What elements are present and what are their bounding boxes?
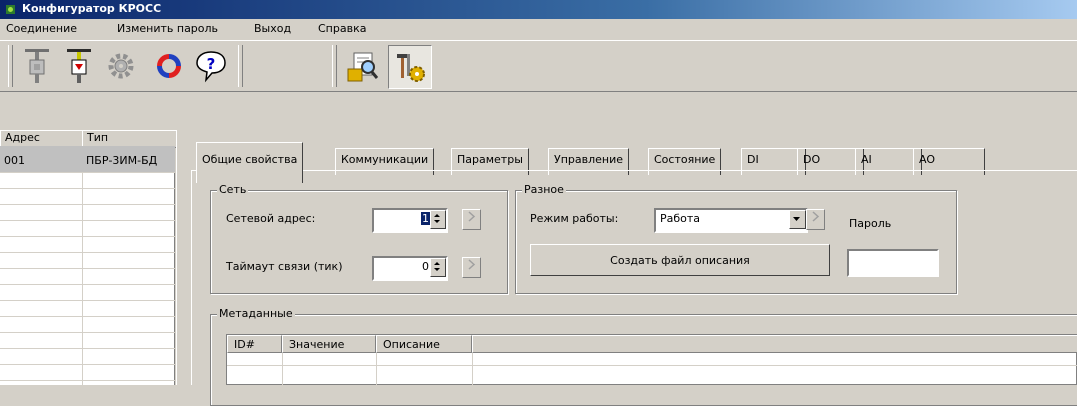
misc-group-title: Разное [522, 183, 566, 196]
timeout-field[interactable]: 0 [372, 256, 448, 281]
splitter[interactable] [176, 130, 182, 385]
empty-row [0, 348, 175, 365]
grid-line [376, 353, 377, 386]
timeout-value: 0 [422, 260, 429, 273]
gear-icon [108, 53, 134, 79]
menu-connection[interactable]: Соединение [6, 22, 77, 35]
metadata-column-description[interactable]: Описание [376, 335, 472, 353]
network-address-apply-button[interactable] [462, 209, 481, 230]
misc-group: Разное [515, 183, 957, 294]
metadata-table: ID# Значение Описание [226, 334, 1077, 386]
spin-updown-icon [434, 262, 440, 271]
empty-row [0, 364, 175, 381]
help-button[interactable]: ? [192, 45, 230, 87]
tools-button[interactable] [388, 45, 432, 89]
toolbar-separator [238, 45, 243, 87]
grid-line [472, 353, 473, 386]
empty-row [0, 284, 175, 301]
inspect-button[interactable] [344, 45, 382, 87]
mode-label: Режим работы: [530, 212, 619, 225]
window-title: Конфигуратор КРОСС [22, 2, 162, 15]
mode-select[interactable]: Работа [654, 208, 808, 233]
empty-row [0, 220, 175, 237]
menu-exit[interactable]: Выход [254, 22, 291, 35]
metadata-column-id[interactable]: ID# [227, 335, 282, 353]
gear-button[interactable] [102, 45, 140, 87]
refresh-icon [157, 54, 181, 78]
empty-row [0, 236, 175, 253]
chevron-right-icon [468, 259, 476, 270]
network-address-field[interactable]: 1 [372, 208, 448, 233]
app-icon [6, 5, 15, 14]
chevron-right-icon [812, 211, 820, 222]
grid-line [227, 365, 1077, 366]
timeout-spinner[interactable] [430, 258, 446, 277]
menu-change-password[interactable]: Изменить пароль [117, 22, 218, 35]
timeout-label: Таймаут связи (тик) [226, 260, 343, 273]
empty-row [0, 332, 175, 349]
spin-updown-icon [434, 214, 440, 223]
tab-general[interactable]: Общие свойства [196, 142, 304, 183]
empty-row [0, 204, 175, 221]
network-address-label: Сетевой адрес: [226, 212, 316, 225]
password-field[interactable] [847, 249, 939, 277]
row-type: ПБР-3ИМ-БД [86, 154, 158, 167]
refresh-button[interactable] [150, 45, 188, 87]
password-label: Пароль [849, 217, 892, 230]
grid-line [282, 353, 283, 386]
mode-dropdown-button[interactable] [789, 210, 806, 229]
create-description-file-button[interactable]: Создать файл описания [530, 244, 830, 276]
empty-row [0, 268, 175, 285]
device-list: Адрес Тип 001 ПБР-3ИМ-БД [0, 130, 181, 385]
connector-button[interactable] [18, 45, 56, 87]
toolbar-grip[interactable] [8, 45, 13, 87]
metadata-column-filler [472, 335, 1077, 353]
chevron-right-icon [468, 211, 476, 222]
mode-apply-button[interactable] [806, 209, 825, 230]
network-address-value: 1 [421, 212, 430, 225]
title-bar[interactable]: Конфигуратор КРОСС [0, 0, 1077, 19]
tools-icon [397, 54, 425, 82]
metadata-column-value[interactable]: Значение [282, 335, 376, 353]
mode-select-value: Работа [660, 212, 701, 225]
svg-text:?: ? [207, 55, 216, 73]
toolbar-grip-2[interactable] [332, 45, 337, 87]
empty-row [0, 316, 175, 333]
toolbar: ? [0, 40, 1077, 92]
table-row[interactable]: 001 ПБР-3ИМ-БД [0, 146, 175, 173]
menu-help[interactable]: Справка [318, 22, 366, 35]
row-address: 001 [4, 154, 25, 167]
chevron-down-icon [793, 217, 800, 221]
empty-row [0, 300, 175, 317]
inspect-icon [347, 52, 379, 82]
connector-red-button[interactable] [60, 45, 98, 87]
metadata-group-title: Метаданные [217, 307, 295, 320]
connector-icon [25, 49, 49, 83]
help-icon: ? [196, 51, 226, 83]
empty-row [0, 252, 175, 269]
network-group-title: Сеть [217, 183, 249, 196]
network-group: Сеть [210, 183, 508, 294]
connector-red-icon [67, 49, 91, 83]
timeout-apply-button[interactable] [462, 257, 481, 278]
empty-row [0, 172, 175, 189]
empty-row [0, 188, 175, 205]
network-address-spinner[interactable] [430, 210, 446, 229]
menu-bar: Соединение Изменить пароль Выход Справка [0, 19, 1077, 39]
